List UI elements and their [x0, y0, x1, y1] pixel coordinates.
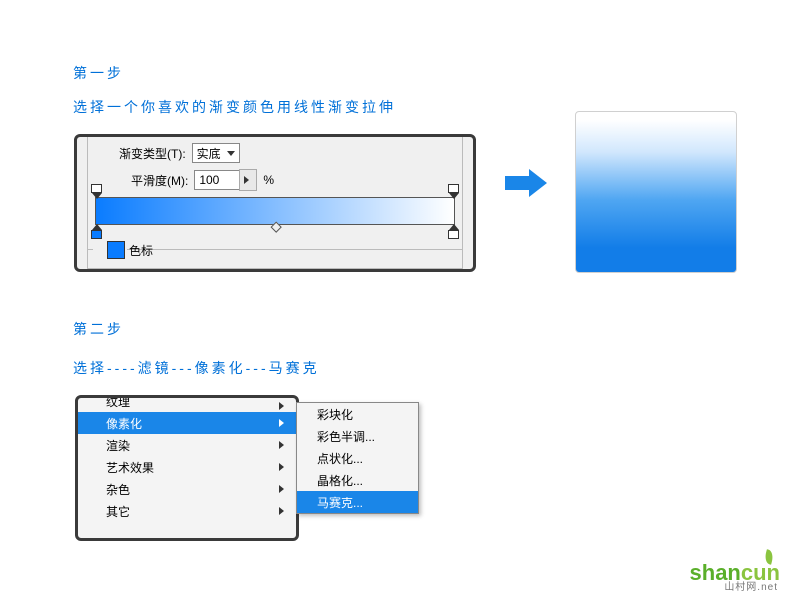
opacity-stop-left[interactable] — [91, 184, 102, 198]
watermark-subtext: 山村网.net — [724, 578, 778, 593]
chevron-right-icon — [279, 441, 284, 449]
step1-desc: 选择一个你喜欢的渐变颜色用线性渐变拉伸 — [73, 97, 396, 117]
filter-menu-item-artistic[interactable]: 艺术效果 — [78, 456, 296, 478]
submenu-item-facet[interactable]: 彩块化 — [297, 403, 418, 425]
chevron-right-icon — [279, 402, 284, 410]
filter-menu-item-pixelate[interactable]: 像素化 — [78, 412, 296, 434]
gradient-result-preview — [575, 111, 737, 273]
step2-desc: 选择----滤镜---像素化---马赛克 — [73, 358, 320, 378]
chevron-right-icon — [279, 463, 284, 471]
color-stop-left[interactable] — [91, 224, 102, 238]
filter-menu-item-texture[interactable]: 纹理 — [78, 398, 296, 412]
arrow-right-icon — [505, 176, 529, 190]
submenu-item-mosaic[interactable]: 马赛克... — [297, 491, 418, 513]
chevron-right-icon — [279, 419, 284, 427]
color-swatch-icon[interactable] — [107, 241, 125, 259]
submenu-item-crystallize[interactable]: 晶格化... — [297, 469, 418, 491]
pixelate-submenu: 彩块化 彩色半调... 点状化... 晶格化... 马赛克... — [296, 402, 419, 514]
opacity-stop-right[interactable] — [448, 184, 459, 198]
submenu-item-color-halftone[interactable]: 彩色半调... — [297, 425, 418, 447]
gradient-preview-bar[interactable] — [95, 197, 455, 225]
color-swatch-section: 色标 — [107, 241, 153, 259]
color-swatch-label: 色标 — [129, 242, 153, 259]
chevron-right-icon — [279, 485, 284, 493]
chevron-right-icon — [279, 507, 284, 515]
filter-menu-item-noise[interactable]: 杂色 — [78, 478, 296, 500]
submenu-item-pointillize[interactable]: 点状化... — [297, 447, 418, 469]
color-stop-right[interactable] — [448, 224, 459, 238]
filter-menu-item-render[interactable]: 渲染 — [78, 434, 296, 456]
step1-title: 第一步 — [73, 63, 124, 83]
filter-menu-item-other[interactable]: 其它 — [78, 500, 296, 522]
gradient-editor-panel: 渐变类型(T): 实底 平滑度(M): 100 % 色标 — [74, 134, 476, 272]
filter-menu: 纹理 像素化 渲染 艺术效果 杂色 其它 — [75, 395, 299, 541]
step2-title: 第二步 — [73, 319, 124, 339]
